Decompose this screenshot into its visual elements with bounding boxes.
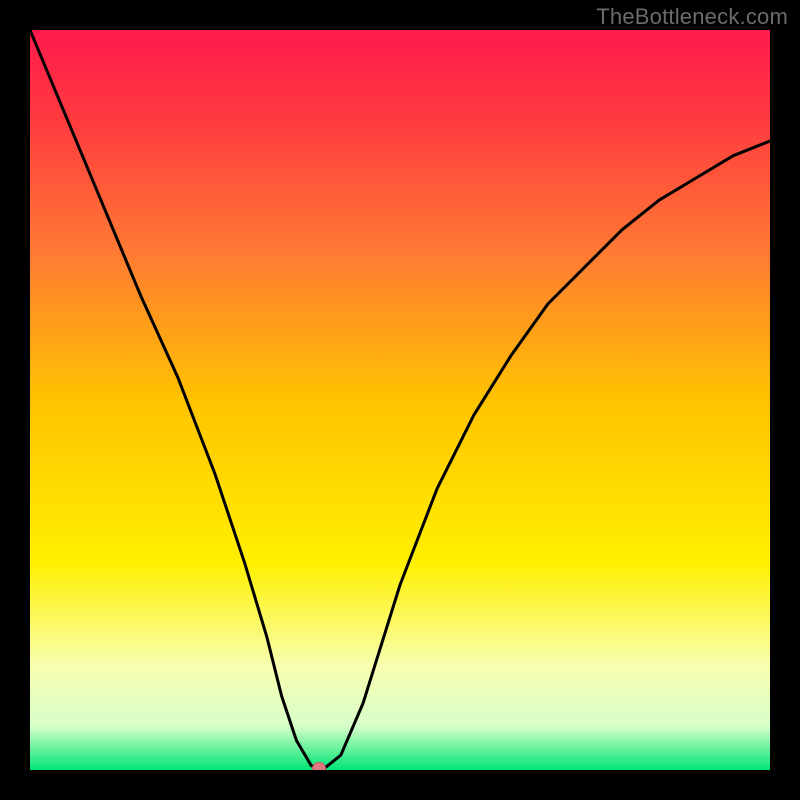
plot-area [30,30,770,770]
minimum-marker [312,762,326,770]
bottleneck-curve [30,30,770,770]
chart-stage: TheBottleneck.com [0,0,800,800]
watermark-text: TheBottleneck.com [596,4,788,30]
